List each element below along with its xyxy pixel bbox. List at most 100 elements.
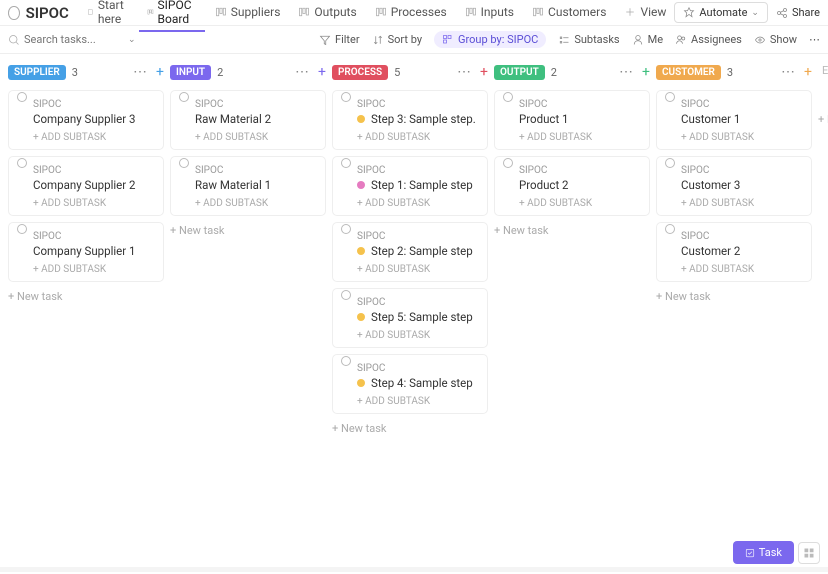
more-button[interactable]: ⋯	[809, 33, 820, 46]
add-subtask-button[interactable]: + ADD SUBTASK	[357, 396, 479, 407]
column-menu-button[interactable]: ⋯	[781, 64, 796, 80]
task-card[interactable]: SIPOCCompany Supplier 1+ ADD SUBTASK	[8, 222, 164, 282]
task-check-icon[interactable]	[503, 92, 513, 102]
task-check-icon[interactable]	[341, 92, 351, 102]
task-card[interactable]: SIPOCStep 5: Sample step+ ADD SUBTASK	[332, 288, 488, 348]
add-subtask-button[interactable]: + ADD SUBTASK	[681, 198, 803, 209]
tab-start-here[interactable]: Start here	[79, 0, 137, 32]
subtasks-button[interactable]: Subtasks	[558, 33, 619, 46]
task-check-icon[interactable]	[17, 158, 27, 168]
filter-button[interactable]: Filter	[319, 33, 360, 46]
task-card[interactable]: SIPOCStep 3: Sample step.+ ADD SUBTASK	[332, 90, 488, 150]
column-menu-button[interactable]: ⋯	[133, 64, 148, 80]
task-card[interactable]: SIPOCCustomer 2+ ADD SUBTASK	[656, 222, 812, 282]
share-button[interactable]: Share	[776, 6, 820, 19]
add-subtask-button[interactable]: + ADD SUBTASK	[195, 198, 317, 209]
task-card[interactable]: SIPOCProduct 1+ ADD SUBTASK	[494, 90, 650, 150]
task-title: Step 4: Sample step	[371, 376, 473, 390]
search-input[interactable]	[24, 33, 124, 46]
new-task-button[interactable]: + New task	[170, 222, 326, 239]
task-check-icon[interactable]	[665, 224, 675, 234]
add-subtask-button[interactable]: + ADD SUBTASK	[681, 264, 803, 275]
task-check-icon[interactable]	[341, 158, 351, 168]
new-task-button[interactable]: + New task	[332, 420, 488, 437]
task-check-icon[interactable]	[341, 356, 351, 366]
task-check-icon[interactable]	[341, 224, 351, 234]
task-card[interactable]: SIPOCCustomer 3+ ADD SUBTASK	[656, 156, 812, 216]
add-subtask-button[interactable]: + ADD SUBTASK	[519, 132, 641, 143]
task-check-icon[interactable]	[503, 158, 513, 168]
search-chevron-icon[interactable]: ⌄	[128, 35, 136, 45]
task-card[interactable]: SIPOCProduct 2+ ADD SUBTASK	[494, 156, 650, 216]
toolbar-right: Filter Sort by Group by: SIPOC Subtasks …	[319, 31, 820, 48]
assignees-button[interactable]: Assignees	[675, 33, 742, 46]
filter-icon	[319, 34, 331, 46]
new-task-fab[interactable]: Task	[733, 541, 794, 564]
column-label[interactable]: OUTPUT	[494, 65, 545, 80]
add-subtask-button[interactable]: + ADD SUBTASK	[33, 132, 155, 143]
column-add-button[interactable]: +	[642, 64, 650, 80]
task-check-icon[interactable]	[179, 158, 189, 168]
column-label[interactable]: INPUT	[170, 65, 211, 80]
tab-customers[interactable]: Customers	[524, 0, 614, 32]
tab-inputs[interactable]: Inputs	[457, 0, 522, 32]
tab-processes[interactable]: Processes	[367, 0, 455, 32]
sort-button[interactable]: Sort by	[372, 33, 422, 46]
column-menu-button[interactable]: ⋯	[619, 64, 634, 80]
me-button[interactable]: Me	[632, 33, 663, 46]
add-subtask-button[interactable]: + ADD SUBTASK	[357, 330, 479, 341]
task-title: Product 1	[519, 112, 569, 126]
column-menu-button[interactable]: ⋯	[457, 64, 472, 80]
show-button[interactable]: Show	[754, 33, 797, 46]
task-title: Customer 1	[681, 112, 740, 126]
search-wrap: ⌄	[8, 33, 309, 46]
column-add-button[interactable]: +	[156, 64, 164, 80]
tab-suppliers[interactable]: Suppliers	[207, 0, 289, 32]
task-check-icon[interactable]	[17, 224, 27, 234]
share-icon	[776, 7, 788, 19]
add-subtask-button[interactable]: + ADD SUBTASK	[519, 198, 641, 209]
column-label[interactable]: SUPPLIER	[8, 65, 66, 80]
task-card[interactable]: SIPOCCustomer 1+ ADD SUBTASK	[656, 90, 812, 150]
column-label[interactable]: CUSTOMER	[656, 65, 721, 80]
add-subtask-button[interactable]: + ADD SUBTASK	[357, 198, 479, 209]
task-card[interactable]: SIPOCStep 1: Sample step+ ADD SUBTASK	[332, 156, 488, 216]
task-card[interactable]: SIPOCRaw Material 1+ ADD SUBTASK	[170, 156, 326, 216]
automate-button[interactable]: Automate ⌄	[674, 2, 768, 23]
tab-view[interactable]: View	[616, 0, 674, 32]
new-task-button[interactable]: + New task	[8, 288, 164, 305]
tab-outputs[interactable]: Outputs	[290, 0, 364, 32]
empty-column-label[interactable]: Empty	[818, 62, 828, 79]
column-add-button[interactable]: +	[318, 64, 326, 80]
add-subtask-button[interactable]: + ADD SUBTASK	[357, 132, 479, 143]
column-menu-button[interactable]: ⋯	[295, 64, 310, 80]
new-task-button[interactable]: + New task	[656, 288, 812, 305]
group-button[interactable]: Group by: SIPOC	[434, 31, 546, 48]
task-card[interactable]: SIPOCStep 4: Sample step+ ADD SUBTASK	[332, 354, 488, 414]
task-check-icon[interactable]	[665, 158, 675, 168]
horizontal-scrollbar[interactable]	[0, 567, 828, 572]
new-task-button[interactable]: + New task	[494, 222, 650, 239]
add-subtask-button[interactable]: + ADD SUBTASK	[681, 132, 803, 143]
task-card[interactable]: SIPOCCompany Supplier 2+ ADD SUBTASK	[8, 156, 164, 216]
task-check-icon[interactable]	[179, 92, 189, 102]
app-logo-icon	[8, 6, 20, 20]
apps-button[interactable]	[798, 542, 820, 564]
task-card[interactable]: SIPOCCompany Supplier 3+ ADD SUBTASK	[8, 90, 164, 150]
add-subtask-button[interactable]: + ADD SUBTASK	[33, 198, 155, 209]
task-check-icon[interactable]	[341, 290, 351, 300]
sort-icon	[372, 34, 384, 46]
column-add-button[interactable]: +	[804, 64, 812, 80]
add-subtask-button[interactable]: + ADD SUBTASK	[195, 132, 317, 143]
add-subtask-button[interactable]: + ADD SUBTASK	[33, 264, 155, 275]
column-add-button[interactable]: +	[480, 64, 488, 80]
new-task-button-fragment[interactable]: + Ne	[818, 111, 828, 128]
tab-sipoc-board[interactable]: SIPOC Board	[139, 0, 205, 32]
column-label[interactable]: PROCESS	[332, 65, 388, 80]
task-card[interactable]: SIPOCStep 2: Sample step+ ADD SUBTASK	[332, 222, 488, 282]
task-card[interactable]: SIPOCRaw Material 2+ ADD SUBTASK	[170, 90, 326, 150]
task-check-icon[interactable]	[665, 92, 675, 102]
add-subtask-button[interactable]: + ADD SUBTASK	[357, 264, 479, 275]
tab-label: View	[640, 5, 666, 19]
task-check-icon[interactable]	[17, 92, 27, 102]
